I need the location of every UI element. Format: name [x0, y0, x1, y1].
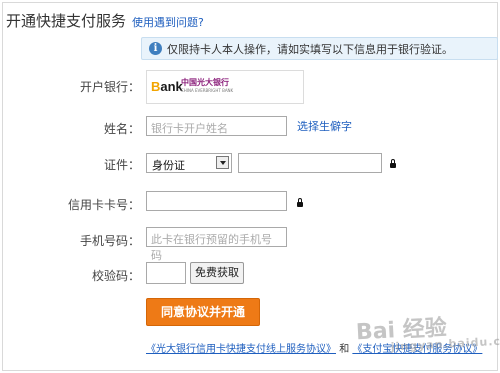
info-icon: i — [149, 42, 162, 55]
submit-button[interactable]: 同意协议并开通 — [146, 298, 260, 326]
id-type-select[interactable]: 身份证 — [146, 153, 232, 173]
bank-name-en: CHINA EVERBRIGHT BANK — [181, 88, 234, 93]
card-number-label: 信用卡卡号： — [67, 198, 140, 212]
agreement-link-1[interactable]: 《光大银行信用卡快捷支付线上服务协议》 — [146, 344, 336, 355]
dropdown-arrow-icon[interactable] — [216, 156, 229, 169]
name-label: 姓名： — [103, 122, 140, 136]
bank-logo-box: Bank 中国光大银行 CHINA EVERBRIGHT BANK — [146, 70, 304, 104]
watermark: Bai 经验 jingyan.baidu.com — [355, 306, 500, 356]
id-type-value: 身份证 — [152, 159, 185, 172]
lock-icon — [390, 159, 396, 168]
page-title: 开通快捷支付服务 — [6, 12, 127, 30]
get-code-button[interactable]: 免费获取 — [190, 262, 244, 284]
code-input[interactable] — [146, 262, 186, 284]
rare-char-link[interactable]: 选择生僻字 — [297, 118, 352, 134]
id-label: 证件： — [103, 158, 140, 172]
id-number-input[interactable] — [238, 153, 382, 173]
notice-text: 仅限持卡人本人操作，请如实填写以下信息用于银行验证。 — [167, 43, 453, 56]
bank-logo: Bank — [151, 79, 183, 94]
lock-icon — [297, 198, 303, 207]
bank-name-cn: 中国光大银行 — [181, 78, 229, 87]
agreement-and: 和 — [339, 344, 350, 355]
help-link[interactable]: 使用遇到问题? — [132, 14, 204, 30]
card-number-input[interactable] — [146, 191, 287, 211]
phone-label: 手机号码： — [79, 234, 140, 248]
name-input[interactable]: 银行卡开户姓名 — [146, 116, 287, 136]
bank-label: 开户银行： — [79, 80, 140, 94]
code-label: 校验码： — [91, 269, 140, 283]
bank-logo-text: ank — [160, 79, 183, 94]
info-notice: i 仅限持卡人本人操作，请如实填写以下信息用于银行验证。 — [141, 37, 498, 60]
phone-input[interactable]: 此卡在银行预留的手机号码 — [146, 227, 287, 262]
